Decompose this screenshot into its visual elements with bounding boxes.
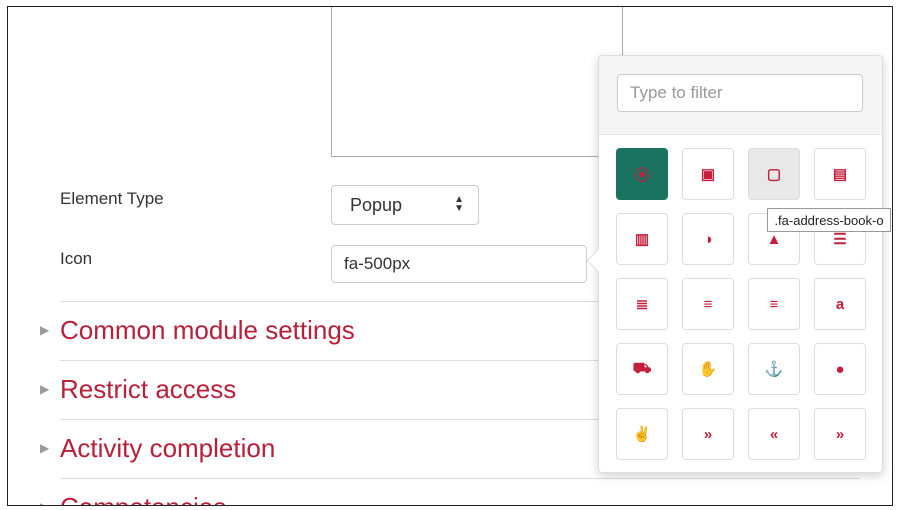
android-icon: ● <box>835 360 845 378</box>
module-settings-page: Element Type Popup ▲ ▼ Icon fa-500px ▶ Co… <box>7 6 893 506</box>
anchor-icon-button[interactable]: ⚓ <box>748 343 800 395</box>
address-book-o-icon: ▢ <box>766 166 782 183</box>
icon-input[interactable]: fa-500px <box>331 245 587 283</box>
address-book-icon-button[interactable]: ▣ <box>682 148 734 200</box>
address-book-icon: ▣ <box>700 166 716 183</box>
section-title[interactable]: Restrict access <box>60 374 236 405</box>
ambulance-icon: ⛟ <box>632 359 652 377</box>
align-justify-icon-button[interactable]: ≣ <box>616 278 668 330</box>
angle-double-left-icon: « <box>769 425 779 443</box>
caret-right-icon: ▶ <box>40 323 50 337</box>
amazon-icon: a <box>835 295 845 313</box>
align-left-icon-button[interactable]: ≡ <box>682 278 734 330</box>
section-title[interactable]: Competencies <box>60 492 226 506</box>
select-arrows-icon: ▲ ▼ <box>454 194 464 214</box>
adjust-icon-button[interactable]: ◑ <box>682 213 734 265</box>
align-right-icon: ≡ <box>769 295 779 313</box>
address-book-o-icon-button[interactable]: ▢ <box>748 148 800 200</box>
angle-double-down-icon: » <box>703 425 713 443</box>
angle-double-left-icon-button[interactable]: « <box>748 408 800 460</box>
adjust-icon: ◑ <box>703 230 713 248</box>
american-sign-language-interpreting-icon: ✋ <box>698 361 718 378</box>
section-competencies[interactable]: ▶ Competencies <box>40 478 860 506</box>
angle-double-down-icon-button[interactable]: » <box>682 408 734 460</box>
popover-arrow <box>586 248 611 273</box>
android-icon-button[interactable]: ● <box>814 343 866 395</box>
element-type-select[interactable]: Popup ▲ ▼ <box>331 185 479 225</box>
ambulance-icon-button[interactable]: ⛟ <box>616 343 668 395</box>
angle-double-right-icon-button[interactable]: » <box>814 408 866 460</box>
500px-icon-button[interactable]: ⦿ <box>616 148 668 200</box>
caret-right-icon: ▶ <box>40 441 50 455</box>
address-card-o-icon: ▥ <box>634 231 650 248</box>
adn-icon: ▲ <box>766 230 782 248</box>
angellist-icon: ✌ <box>632 426 652 443</box>
address-card-o-icon-button[interactable]: ▥ <box>616 213 668 265</box>
icon-picker-header: Type to filter <box>599 56 882 135</box>
500px-icon: ⦿ <box>634 166 650 184</box>
description-editor[interactable] <box>331 7 623 157</box>
element-type-value: Popup <box>350 194 403 215</box>
icon-label: Icon <box>60 249 93 268</box>
icon-filter-input[interactable]: Type to filter <box>617 74 863 112</box>
icon-tooltip: .fa-address-book-o <box>767 208 891 232</box>
align-left-icon: ≡ <box>703 295 713 313</box>
align-right-icon-button[interactable]: ≡ <box>748 278 800 330</box>
section-title[interactable]: Common module settings <box>60 315 355 346</box>
amazon-icon-button[interactable]: a <box>814 278 866 330</box>
caret-right-icon: ▶ <box>40 500 60 505</box>
icon-picker-popover: Type to filter ⦿ ▣ ▢ ▤ ▥ ◑ ▲ ☰ ≣ ≡ ≡ a ⛟ ✋ ⚓ ● ✌ » « » <box>586 55 883 473</box>
american-sign-language-interpreting-icon-button[interactable]: ✋ <box>682 343 734 395</box>
align-center-icon: ☰ <box>833 231 847 248</box>
address-card-icon-button[interactable]: ▤ <box>814 148 866 200</box>
caret-right-icon: ▶ <box>40 382 50 396</box>
address-card-icon: ▤ <box>832 166 848 183</box>
icon-grid: ⦿ ▣ ▢ ▤ ▥ ◑ ▲ ☰ ≣ ≡ ≡ a ⛟ ✋ ⚓ ● ✌ » « » <box>616 148 866 460</box>
anchor-icon: ⚓ <box>764 361 784 378</box>
align-justify-icon: ≣ <box>635 296 649 313</box>
angellist-icon-button[interactable]: ✌ <box>616 408 668 460</box>
section-title[interactable]: Activity completion <box>60 433 275 464</box>
angle-double-right-icon: » <box>835 425 845 443</box>
element-type-label: Element Type <box>60 189 164 208</box>
